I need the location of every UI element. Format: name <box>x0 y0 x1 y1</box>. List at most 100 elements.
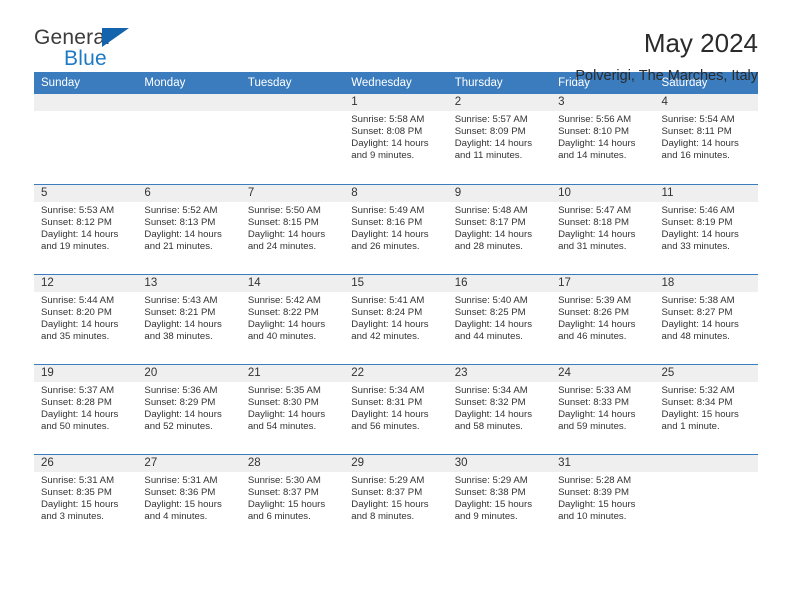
day-details: Sunrise: 5:36 AM Sunset: 8:29 PM Daylight:… <box>137 382 240 433</box>
calendar-day-cell[interactable]: 27 Sunrise: 5:31 AM Sunset: 8:36 PM Dayligh… <box>137 453 241 545</box>
calendar-day-cell[interactable]: 5 Sunrise: 5:53 AM Sunset: 8:12 PM Daylight… <box>34 183 138 274</box>
calendar-table: Sunday Monday Tuesday Wednesday Thursday… <box>34 72 758 544</box>
day-details: Sunrise: 5:48 AM Sunset: 8:17 PM Daylight:… <box>448 202 551 253</box>
daylight-text-line1: Daylight: 14 hours <box>661 318 739 330</box>
daylight-text-line1: Daylight: 14 hours <box>351 318 429 330</box>
day-number: 27 <box>137 454 241 472</box>
sunrise-text: Sunrise: 5:29 AM <box>351 474 425 486</box>
daylight-text-line2: and 1 minute. <box>661 420 720 432</box>
day-details: Sunrise: 5:56 AM Sunset: 8:10 PM Daylight:… <box>551 111 654 162</box>
day-details: Sunrise: 5:28 AM Sunset: 8:39 PM Daylight:… <box>551 472 654 523</box>
calendar-day-cell[interactable]: 15 Sunrise: 5:41 AM Sunset: 8:24 PM Dayligh… <box>344 273 448 364</box>
day-cell-inner: 10 Sunrise: 5:47 AM Sunset: 8:18 PM Dayligh… <box>551 184 655 274</box>
calendar-day-cell[interactable]: 20 Sunrise: 5:36 AM Sunset: 8:29 PM Dayligh… <box>137 363 241 454</box>
day-details: Sunrise: 5:43 AM Sunset: 8:21 PM Daylight:… <box>137 292 240 343</box>
day-number: 22 <box>344 364 448 382</box>
sunset-text: Sunset: 8:12 PM <box>41 216 112 228</box>
sunset-text: Sunset: 8:18 PM <box>558 216 630 228</box>
calendar-day-cell[interactable]: 23 Sunrise: 5:34 AM Sunset: 8:32 PM Dayligh… <box>447 363 552 454</box>
calendar-day-cell[interactable]: 21 Sunrise: 5:35 AM Sunset: 8:30 PM Dayligh… <box>240 363 345 454</box>
calendar-week-row: 12 Sunrise: 5:44 AM Sunset: 8:20 PM Dayligh… <box>34 273 758 364</box>
day-number: 29 <box>344 454 448 472</box>
calendar-day-cell[interactable]: 3 Sunrise: 5:56 AM Sunset: 8:10 PM Daylight… <box>551 94 655 184</box>
day-cell-inner: 6 Sunrise: 5:52 AM Sunset: 8:13 PM Daylight… <box>137 184 241 274</box>
calendar-day-cell[interactable]: 6 Sunrise: 5:52 AM Sunset: 8:13 PM Daylight… <box>137 183 241 274</box>
daylight-text-line2: and 38 minutes. <box>144 330 213 342</box>
day-cell-inner: 7 Sunrise: 5:50 AM Sunset: 8:15 PM Daylight… <box>240 184 345 274</box>
daylight-text-line1: Daylight: 14 hours <box>41 228 119 240</box>
daylight-text-line2: and 14 minutes. <box>558 150 627 162</box>
daylight-text-line2: and 33 minutes. <box>661 240 730 252</box>
daylight-text-line1: Daylight: 14 hours <box>558 228 636 240</box>
calendar-week-row: 1 Sunrise: 5:58 AM Sunset: 8:08 PM Daylight… <box>34 94 758 184</box>
calendar-day-cell[interactable]: 18 Sunrise: 5:38 AM Sunset: 8:27 PM Dayligh… <box>654 273 758 364</box>
calendar-day-cell[interactable]: 14 Sunrise: 5:42 AM Sunset: 8:22 PM Dayligh… <box>240 273 345 364</box>
day-cell-inner: 27 Sunrise: 5:31 AM Sunset: 8:36 PM Dayligh… <box>137 454 241 545</box>
daylight-text-line2: and 44 minutes. <box>454 330 523 342</box>
day-number: 16 <box>447 274 552 292</box>
day-cell-inner: 28 Sunrise: 5:30 AM Sunset: 8:37 PM Dayligh… <box>240 454 345 545</box>
calendar-day-cell-empty <box>240 94 345 184</box>
calendar-day-cell[interactable]: 29 Sunrise: 5:29 AM Sunset: 8:37 PM Dayligh… <box>344 453 448 544</box>
weekday-header-thursday: Thursday <box>447 72 552 94</box>
day-cell-inner <box>34 94 138 184</box>
daylight-text-line1: Daylight: 15 hours <box>247 498 326 510</box>
daylight-text-line2: and 10 minutes. <box>558 510 627 522</box>
calendar-day-cell[interactable]: 9 Sunrise: 5:48 AM Sunset: 8:17 PM Daylight… <box>447 183 552 274</box>
weekday-header-sunday: Sunday <box>34 72 138 94</box>
daylight-text-line1: Daylight: 14 hours <box>144 318 222 330</box>
calendar-day-cell[interactable]: 7 Sunrise: 5:50 AM Sunset: 8:15 PM Daylight… <box>240 183 345 274</box>
daylight-text-line2: and 50 minutes. <box>41 420 110 432</box>
calendar-day-cell[interactable]: 4 Sunrise: 5:54 AM Sunset: 8:11 PM Daylight… <box>654 94 758 184</box>
calendar-day-cell[interactable]: 24 Sunrise: 5:33 AM Sunset: 8:33 PM Dayligh… <box>551 363 655 454</box>
day-number: 2 <box>447 94 552 111</box>
sunset-text: Sunset: 8:38 PM <box>454 486 526 498</box>
calendar-day-cell[interactable]: 2 Sunrise: 5:57 AM Sunset: 8:09 PM Daylight… <box>447 94 552 184</box>
daylight-text-line2: and 6 minutes. <box>247 510 311 522</box>
sunset-text: Sunset: 8:21 PM <box>144 306 216 318</box>
calendar-day-cell[interactable]: 25 Sunrise: 5:32 AM Sunset: 8:34 PM Dayligh… <box>654 363 758 454</box>
calendar-day-cell[interactable]: 17 Sunrise: 5:39 AM Sunset: 8:26 PM Dayligh… <box>551 273 655 364</box>
calendar-day-cell[interactable]: 11 Sunrise: 5:46 AM Sunset: 8:19 PM Dayligh… <box>654 183 758 274</box>
sunrise-text: Sunrise: 5:30 AM <box>247 474 321 486</box>
day-number: 10 <box>551 184 655 202</box>
day-details: Sunrise: 5:46 AM Sunset: 8:19 PM Daylight:… <box>655 202 758 253</box>
daylight-text-line1: Daylight: 15 hours <box>351 498 429 510</box>
day-details: Sunrise: 5:58 AM Sunset: 8:08 PM Daylight:… <box>344 111 447 162</box>
day-details: Sunrise: 5:35 AM Sunset: 8:30 PM Daylight:… <box>241 382 344 433</box>
calendar-day-cell[interactable]: 22 Sunrise: 5:34 AM Sunset: 8:31 PM Dayligh… <box>344 363 448 454</box>
day-number: 3 <box>551 94 655 111</box>
calendar-day-cell[interactable]: 30 Sunrise: 5:29 AM Sunset: 8:38 PM Dayligh… <box>447 453 552 544</box>
calendar-day-cell[interactable]: 28 Sunrise: 5:30 AM Sunset: 8:37 PM Dayligh… <box>240 453 345 545</box>
daylight-text-line2: and 16 minutes. <box>661 150 730 162</box>
daylight-text-line2: and 19 minutes. <box>41 240 110 252</box>
day-details: Sunrise: 5:39 AM Sunset: 8:26 PM Daylight:… <box>551 292 654 343</box>
day-details: Sunrise: 5:54 AM Sunset: 8:11 PM Daylight:… <box>655 111 758 162</box>
weekday-header-tuesday: Tuesday <box>240 72 345 94</box>
day-details: Sunrise: 5:29 AM Sunset: 8:38 PM Daylight:… <box>448 472 551 523</box>
calendar-day-cell[interactable]: 8 Sunrise: 5:49 AM Sunset: 8:16 PM Daylight… <box>344 183 448 274</box>
day-details: Sunrise: 5:53 AM Sunset: 8:12 PM Daylight:… <box>34 202 137 253</box>
calendar-day-cell[interactable]: 31 Sunrise: 5:28 AM Sunset: 8:39 PM Dayligh… <box>551 453 655 544</box>
calendar-day-cell[interactable]: 10 Sunrise: 5:47 AM Sunset: 8:18 PM Dayligh… <box>551 183 655 274</box>
day-details: Sunrise: 5:31 AM Sunset: 8:36 PM Daylight:… <box>137 472 240 523</box>
calendar-day-cell[interactable]: 26 Sunrise: 5:31 AM Sunset: 8:35 PM Dayligh… <box>34 453 138 544</box>
sunrise-text: Sunrise: 5:44 AM <box>41 294 115 306</box>
calendar-day-cell[interactable]: 12 Sunrise: 5:44 AM Sunset: 8:20 PM Dayligh… <box>34 273 138 364</box>
day-cell-inner: 1 Sunrise: 5:58 AM Sunset: 8:08 PM Daylight… <box>344 94 448 184</box>
day-number: 8 <box>344 184 448 202</box>
calendar-day-cell[interactable]: 1 Sunrise: 5:58 AM Sunset: 8:08 PM Daylight… <box>344 94 448 184</box>
day-number: 13 <box>137 274 241 292</box>
calendar-body: 1 Sunrise: 5:58 AM Sunset: 8:08 PM Daylight… <box>34 94 758 544</box>
day-details: Sunrise: 5:38 AM Sunset: 8:27 PM Daylight:… <box>655 292 758 343</box>
general-blue-logo[interactable]: General Blue <box>34 26 154 72</box>
daylight-text-line2: and 28 minutes. <box>454 240 523 252</box>
calendar-day-cell[interactable]: 16 Sunrise: 5:40 AM Sunset: 8:25 PM Dayligh… <box>447 273 552 364</box>
day-number <box>137 94 241 111</box>
calendar-day-cell[interactable]: 19 Sunrise: 5:37 AM Sunset: 8:28 PM Dayligh… <box>34 363 138 454</box>
sunrise-text: Sunrise: 5:50 AM <box>247 204 321 216</box>
page-subtitle: Polverigi, The Marches, Italy <box>575 68 758 84</box>
daylight-text-line1: Daylight: 14 hours <box>351 228 429 240</box>
calendar-day-cell[interactable]: 13 Sunrise: 5:43 AM Sunset: 8:21 PM Dayligh… <box>137 273 241 364</box>
day-cell-inner: 24 Sunrise: 5:33 AM Sunset: 8:33 PM Dayligh… <box>551 364 655 454</box>
